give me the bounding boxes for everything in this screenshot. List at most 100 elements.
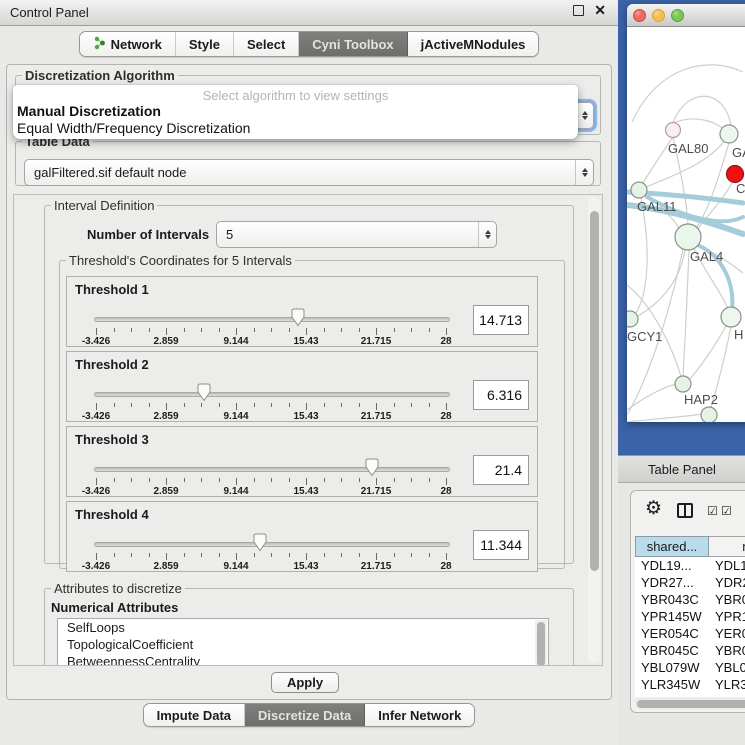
GAL80-node[interactable] [666,123,681,138]
GAL4-node[interactable] [675,224,701,250]
network-edge[interactable] [627,414,703,422]
slider-tick [96,553,97,560]
table-row[interactable]: YDR27...YDR2 [635,574,745,591]
network-view-window[interactable]: GAL80GACGAL11GAL4GCY1HHAP2 [627,4,745,422]
float-window-icon[interactable] [573,5,584,16]
threshold-row: Threshold 2-3.4262.8599.14415.4321.71528… [66,351,538,422]
slider-tick [166,403,167,410]
threshold-value-field[interactable]: 11.344 [473,530,529,560]
slider-thumb[interactable] [252,533,268,557]
table-panel-inner: ⚙ ☑ ☑ shared...na YDL19...YDL1YDR27...YD… [630,490,745,713]
slider-tick [166,328,167,335]
numerical-attributes-list[interactable]: SelfLoopsTopologicalCoefficientBetweenne… [57,618,549,666]
dropdown-option[interactable]: Equal Width/Frequency Discretization [13,120,578,137]
checkbox-icon[interactable]: ☑ [707,504,718,518]
attribute-list-item[interactable]: SelfLoops [58,619,548,636]
settings-scrollpane: Interval Definition Number of Intervals … [13,194,603,666]
GAL11-node[interactable] [631,182,647,198]
table-cell: YPR145W [635,608,709,625]
dropdown-option[interactable]: Manual Discretization [13,103,578,120]
checkbox-icon[interactable]: ☑ [721,504,732,518]
slider-thumb[interactable] [290,308,306,332]
red-node[interactable] [727,166,744,183]
table-row[interactable]: YBR045CYBR0 [635,642,745,659]
table-panel-title: Table Panel [648,462,716,477]
bottom-node[interactable] [701,407,717,422]
settings-scrollbar[interactable] [588,197,600,663]
table-row[interactable]: YBL079WYBL0 [635,659,745,676]
tab-cyni-toolbox[interactable]: Cyni Toolbox [299,32,407,56]
slider-tick [236,553,237,560]
table-row[interactable]: YLR345WYLR3 [635,676,745,693]
tab-impute-data[interactable]: Impute Data [144,704,245,726]
slider-thumb[interactable] [364,458,380,482]
slider-tick [219,403,220,407]
network-edge[interactable] [627,384,676,410]
table-row[interactable]: YIL052CYIL0 [635,693,745,697]
column-header-2[interactable]: na [709,536,745,557]
tab-jactivemnodules[interactable]: jActiveMNodules [408,32,539,56]
table-cell: YER054C [635,625,709,642]
tab-label: Cyni Toolbox [312,37,393,52]
slider-track[interactable] [94,317,450,322]
interval-definition-group: Interval Definition Number of Intervals … [44,198,574,564]
table-data-combobox[interactable]: galFiltered.sif default node [24,159,594,186]
table-horizontal-scrollbar[interactable] [635,698,745,709]
attribute-list-item[interactable]: BetweennessCentrality [58,653,548,666]
minimize-traffic-light-icon[interactable] [652,9,665,22]
tab-infer-network[interactable]: Infer Network [365,704,474,726]
table-cell: YLR345W [635,676,709,693]
table-row[interactable]: YDL19...YDL1 [635,557,745,574]
table-row[interactable]: YER054CYER0 [635,625,745,642]
slider-tick [184,403,185,407]
network-edge[interactable] [632,65,743,122]
top-right-node[interactable] [720,125,738,143]
slider-tick-label: -3.426 [68,486,124,497]
threshold-row: Threshold 4-3.4262.8599.14415.4321.71528… [66,501,538,572]
slider-tick [411,553,412,557]
close-traffic-light-icon[interactable] [633,9,646,22]
zoom-traffic-light-icon[interactable] [671,9,684,22]
HAP2-node[interactable] [675,376,691,392]
close-icon[interactable]: ✕ [594,5,606,16]
tab-style[interactable]: Style [176,32,234,56]
slider-tick [96,403,97,410]
slider-thumb[interactable] [196,383,212,407]
column-header-1[interactable]: shared... [635,536,709,557]
threshold-value-field[interactable]: 21.4 [473,455,529,485]
table-cell: YBL0 [709,659,745,676]
tab-discretize-data[interactable]: Discretize Data [245,704,365,726]
desktop-background: GAL80GACGAL11GAL4GCY1HHAP2 [618,0,745,455]
slider-tick [201,478,202,482]
network-edge[interactable] [683,250,689,377]
slider-tick [201,553,202,557]
threshold-value-field[interactable]: 14.713 [473,305,529,335]
apply-button[interactable]: Apply [271,672,339,693]
tab-network[interactable]: Network [80,32,176,56]
slider-track[interactable] [94,392,450,397]
slider-tick [271,403,272,407]
slider-track[interactable] [94,467,450,472]
node-label: GAL80 [668,141,708,156]
list-scrollbar[interactable] [535,620,547,666]
network-canvas[interactable]: GAL80GACGAL11GAL4GCY1HHAP2 [627,27,745,422]
combo-stepper-icon[interactable] [575,160,593,185]
network-icon [93,36,106,53]
table-row[interactable]: YBR043CYBR0 [635,591,745,608]
combo-stepper-icon[interactable] [478,222,496,247]
GCY1-node[interactable] [627,311,638,327]
slider-tick [376,553,377,560]
slider-tick [429,478,430,482]
split-column-icon[interactable] [677,503,693,518]
slider-tick [184,478,185,482]
right-mid-node[interactable] [721,307,741,327]
slider-track[interactable] [94,542,450,547]
threshold-value-field[interactable]: 6.316 [473,380,529,410]
table-row[interactable]: YPR145WYPR1 [635,608,745,625]
attribute-list-item[interactable]: TopologicalCoefficient [58,636,548,653]
slider-tick [341,328,342,332]
num-intervals-combobox[interactable]: 5 [216,221,497,248]
gear-icon[interactable]: ⚙ [645,499,662,519]
group-title: Attributes to discretize [51,581,185,596]
tab-select[interactable]: Select [234,32,299,56]
